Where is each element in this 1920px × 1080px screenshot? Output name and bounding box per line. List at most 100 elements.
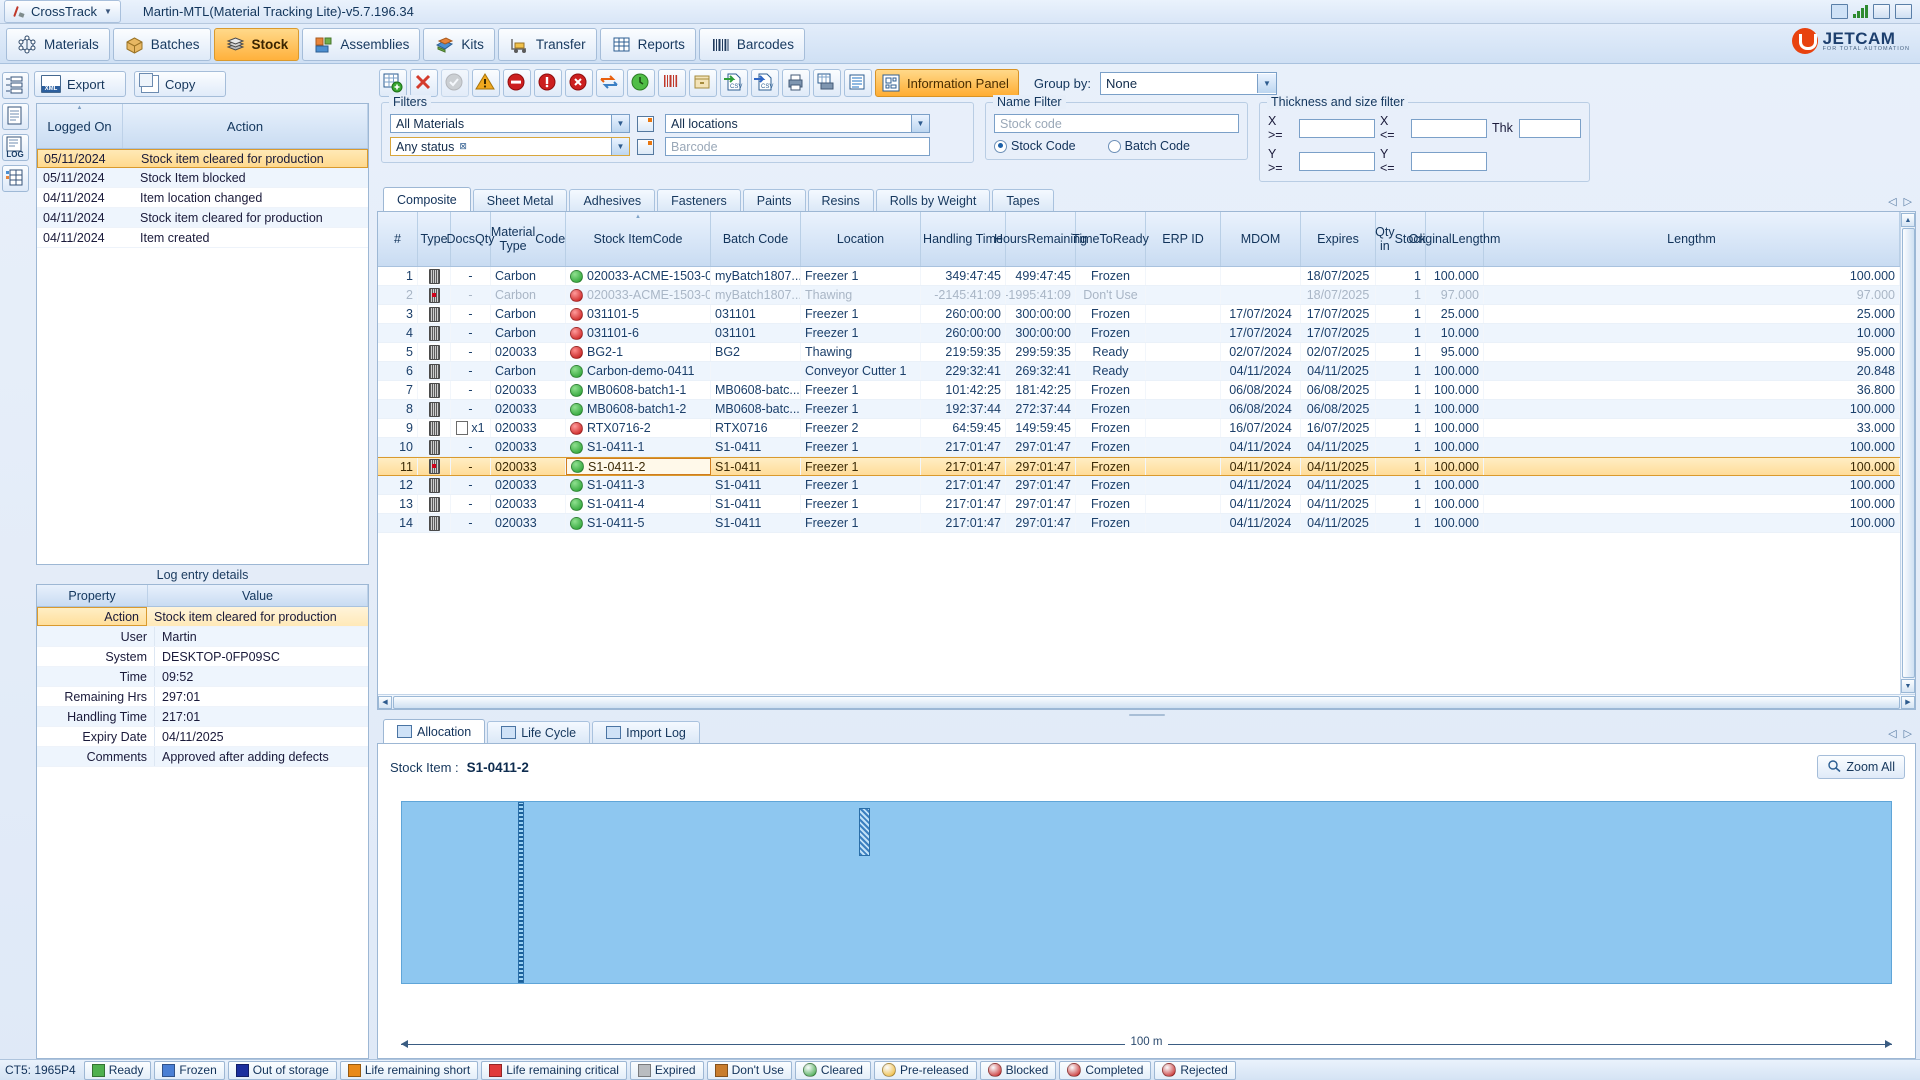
stock-col-expires[interactable]: Expires	[1301, 212, 1376, 266]
export-button[interactable]: Export	[34, 71, 126, 97]
stock-col-[interactable]: #	[378, 212, 418, 266]
import-csv-icon[interactable]: CSV	[751, 69, 779, 97]
radio-stock-code[interactable]: Stock Code	[994, 139, 1076, 153]
tab-prev-icon[interactable]: ◁	[1888, 727, 1896, 740]
details-row[interactable]: User Martin	[37, 627, 368, 647]
document-view-icon[interactable]	[1, 103, 29, 130]
scroll-down-icon[interactable]: ▼	[1901, 679, 1915, 693]
new-stock-item-icon[interactable]	[379, 69, 407, 97]
log-row[interactable]: 04/11/2024 Stock item cleared for product…	[37, 208, 368, 228]
log-row[interactable]: 05/11/2024 Stock Item blocked	[37, 168, 368, 188]
detail-tab-allocation[interactable]: Allocation	[383, 719, 486, 743]
y-min-input[interactable]	[1299, 151, 1375, 171]
details-row[interactable]: Remaining Hrs 297:01	[37, 687, 368, 707]
alert-icon[interactable]	[534, 69, 562, 97]
table-view-icon[interactable]	[1, 165, 29, 192]
details-row[interactable]: Time 09:52	[37, 667, 368, 687]
log-row[interactable]: 05/11/2024 Stock item cleared for product…	[37, 149, 368, 168]
log-entry-details-table[interactable]: Property Value Action Stock item cleared …	[36, 584, 369, 1059]
grid-horizontal-scrollbar[interactable]: ◀ ▶	[378, 694, 1915, 709]
material-filter-select[interactable]: All Materials ▼	[390, 114, 630, 133]
ribbon-button-transfer[interactable]: Transfer	[497, 28, 597, 61]
status-clear-icon[interactable]: ⊠	[459, 141, 467, 152]
status-filter-select[interactable]: Any status ⊠ ▼	[390, 137, 630, 156]
name-filter-input[interactable]: Stock code	[994, 114, 1239, 133]
table-row[interactable]: 4 - Carbon 031101-6 031101 Freezer 1 260:00:00…	[378, 324, 1900, 343]
clock-check-icon[interactable]	[627, 69, 655, 97]
list-report-icon[interactable]	[844, 69, 872, 97]
information-panel-button[interactable]: Information Panel	[875, 69, 1019, 97]
table-row[interactable]: 11 -020033 S1-0411-2 S1-0411 Freezer 1 217:01…	[378, 457, 1900, 476]
tab-tapes[interactable]: Tapes	[992, 189, 1054, 211]
tab-resins[interactable]: Resins	[807, 189, 874, 211]
detail-tab-nav[interactable]: ◁ ▷	[1888, 727, 1912, 740]
chevron-down-icon[interactable]: ▼	[611, 115, 629, 132]
tab-sheet-metal[interactable]: Sheet Metal	[472, 189, 568, 211]
table-row[interactable]: 6 - Carbon Carbon-demo-0411 Conveyor Cutter …	[378, 362, 1900, 381]
log-col-logged-on[interactable]: Logged On	[37, 104, 123, 148]
zoom-all-button[interactable]: Zoom All	[1817, 755, 1905, 779]
stock-col-batch-code[interactable]: Batch Code	[711, 212, 801, 266]
table-row[interactable]: 3 - Carbon 031101-5 031101 Freezer 1 260:00:00…	[378, 305, 1900, 324]
scroll-left-icon[interactable]: ◀	[378, 695, 392, 709]
chevron-down-icon[interactable]: ▼	[911, 115, 929, 132]
details-col-value[interactable]: Value	[148, 585, 368, 606]
print-grid-icon[interactable]	[813, 69, 841, 97]
ribbon-button-kits[interactable]: Kits	[423, 28, 495, 61]
tab-paints[interactable]: Paints	[742, 189, 806, 211]
tab-prev-icon[interactable]: ◁	[1888, 195, 1896, 208]
log-grid[interactable]: Logged On Action 05/11/2024 Stock item cl…	[36, 103, 369, 565]
ribbon-button-reports[interactable]: Reports	[599, 28, 696, 61]
stock-col-material-type-code[interactable]: Material Type Code	[491, 212, 566, 266]
table-row[interactable]: 1 -Carbon020033-ACME-1503-037myBatch1807.…	[378, 267, 1900, 286]
stock-col-stock-item-code[interactable]: Stock Item Code	[566, 212, 711, 266]
export-csv-icon[interactable]: CSV	[720, 69, 748, 97]
stock-col-docs-qty[interactable]: Docs Qty	[447, 212, 494, 266]
reject-icon[interactable]	[565, 69, 593, 97]
table-row[interactable]: 9 x1 020033 RTX0716-2 RTX0716 Freezer 2 64:59:…	[378, 419, 1900, 438]
tab-fasteners[interactable]: Fasteners	[657, 189, 741, 211]
chevron-down-icon[interactable]: ▼	[611, 138, 629, 155]
stock-col-mdom[interactable]: MDOM	[1221, 212, 1301, 266]
grid-vertical-scrollbar[interactable]: ▲ ▼	[1900, 212, 1915, 694]
y-max-input[interactable]	[1411, 151, 1487, 171]
group-by-select[interactable]: None ▼	[1100, 71, 1277, 95]
material-sheet[interactable]	[401, 801, 1892, 984]
ribbon-button-barcodes[interactable]: Barcodes	[698, 28, 805, 61]
block-icon[interactable]	[503, 69, 531, 97]
stock-col-time-to-ready[interactable]: Time To Ready	[1072, 212, 1149, 266]
ribbon-button-batches[interactable]: Batches	[112, 28, 211, 61]
radio-batch-code[interactable]: Batch Code	[1107, 139, 1190, 153]
table-row[interactable]: 14 -020033 S1-0411-5 S1-0411 Freezer 1 217:01…	[378, 514, 1900, 533]
list-view-icon[interactable]	[1, 72, 29, 99]
details-col-property[interactable]: Property	[37, 585, 148, 606]
stock-col-length-m[interactable]: Length m	[1484, 212, 1900, 266]
table-row[interactable]: 5 -020033 BG2-1 BG2 Thawing 219:59:35 299:59:3…	[378, 343, 1900, 362]
table-row[interactable]: 2 -Carbon020033-ACME-1503-038myBatch1807.…	[378, 286, 1900, 305]
details-row[interactable]: Handling Time 217:01	[37, 707, 368, 727]
chevron-down-icon[interactable]: ▼	[1257, 73, 1276, 93]
ribbon-button-assemblies[interactable]: Assemblies	[302, 28, 421, 61]
tab-next-icon[interactable]: ▷	[1904, 195, 1912, 208]
tab-nav[interactable]: ◁ ▷	[1888, 195, 1912, 208]
print-icon[interactable]	[782, 69, 810, 97]
label-icon[interactable]	[689, 69, 717, 97]
barcode-scan-icon[interactable]	[658, 69, 686, 97]
ribbon-button-materials[interactable]: Materials	[6, 28, 110, 61]
thk-input[interactable]	[1519, 118, 1581, 138]
table-row[interactable]: 7 -020033 MB0608-batch1-1 MB0608-batc... Fre…	[378, 381, 1900, 400]
allocation-viewer[interactable]: 100 m	[396, 793, 1897, 1058]
table-row[interactable]: 8 -020033 MB0608-batch1-2 MB0608-batc... Fre…	[378, 400, 1900, 419]
window-icon[interactable]	[1873, 4, 1890, 19]
table-row[interactable]: 13 -020033 S1-0411-4 S1-0411 Freezer 1 217:01…	[378, 495, 1900, 514]
stock-col-hours-remaining[interactable]: Hours Remaining	[994, 212, 1087, 266]
monitor-icon[interactable]	[1831, 4, 1848, 19]
crosstrack-menu-button[interactable]: CrossTrack ▼	[4, 0, 121, 23]
location-filter-select[interactable]: All locations ▼	[665, 114, 930, 133]
x-min-input[interactable]	[1299, 118, 1375, 138]
settings-tray-icon[interactable]	[1895, 4, 1912, 19]
log-view-icon[interactable]: LOG	[1, 134, 29, 161]
tab-composite[interactable]: Composite	[383, 187, 471, 211]
stock-col-original-length-m[interactable]: Original Length m	[1409, 212, 1500, 266]
signal-bars-icon[interactable]	[1853, 5, 1868, 18]
